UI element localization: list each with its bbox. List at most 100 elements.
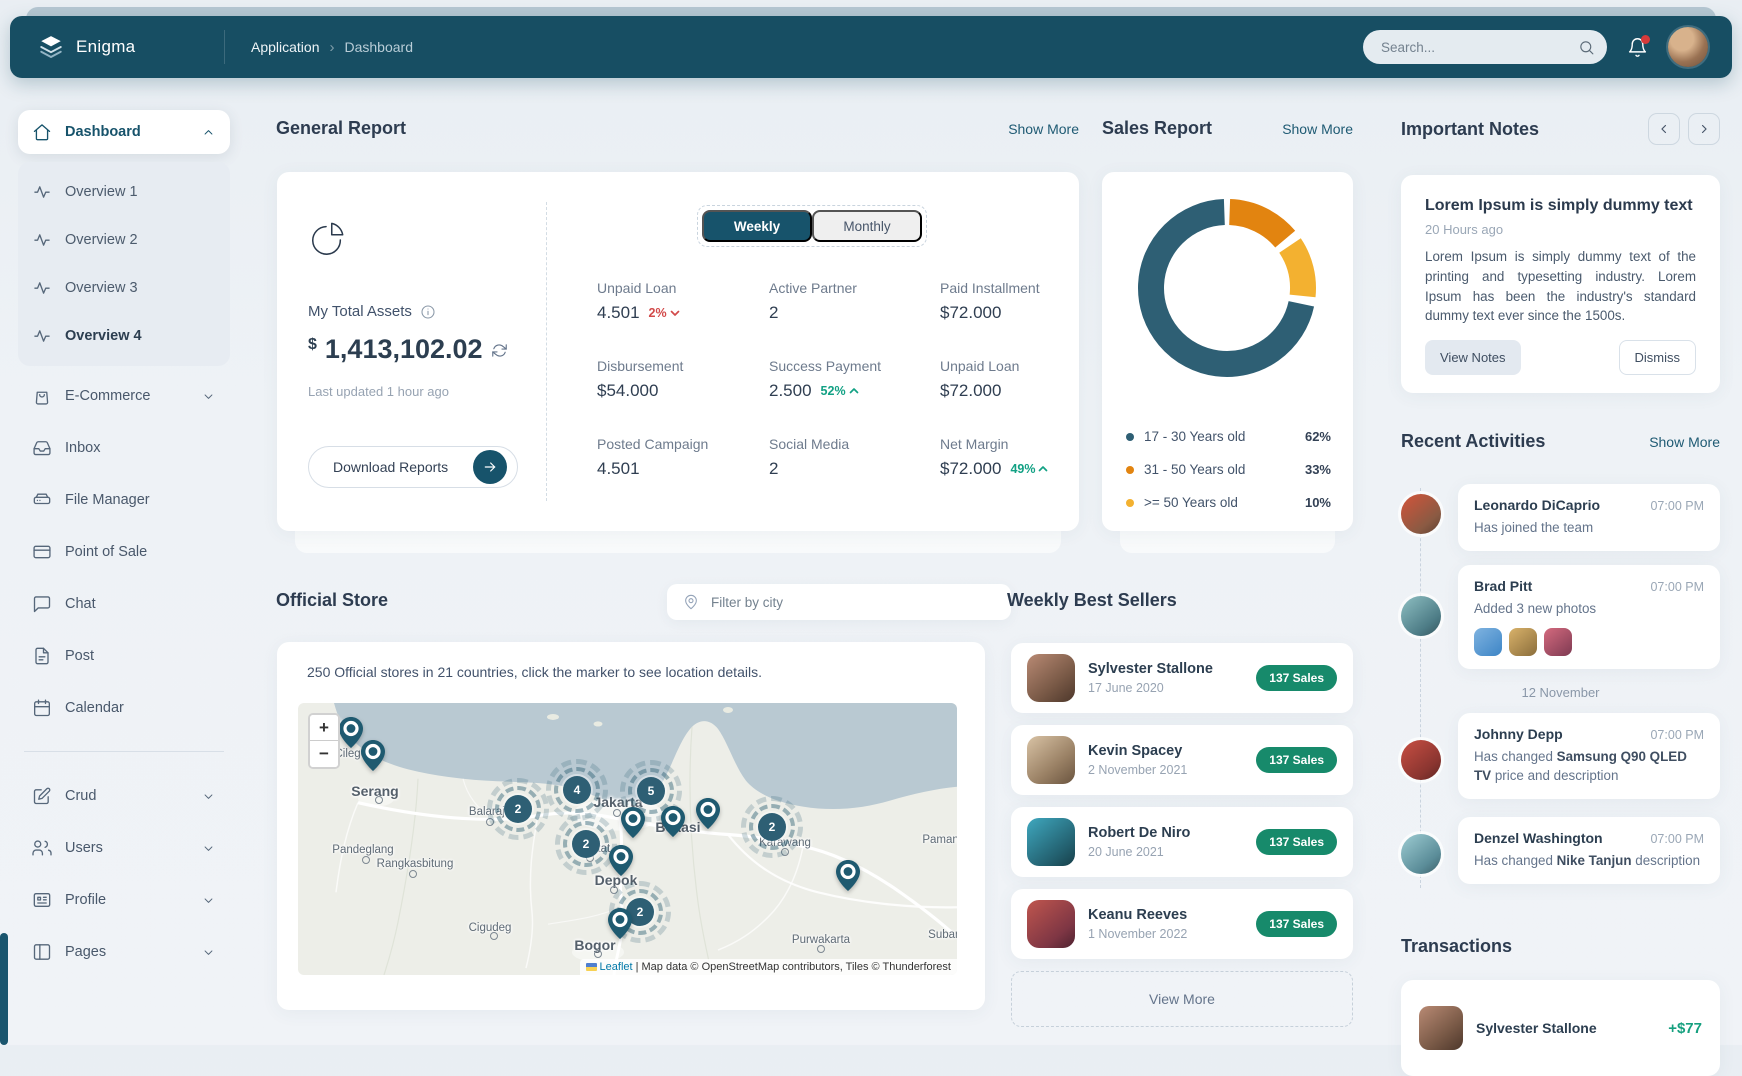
assets-value: 1,413,102.02 <box>325 334 483 365</box>
general-report-show-more[interactable]: Show More <box>1008 121 1079 137</box>
activity-name: Johnny Depp <box>1474 726 1563 742</box>
legend-label: >= 50 Years old <box>1144 495 1238 510</box>
store-map[interactable]: MerakCilegonSerangBalarajaPandeglangRang… <box>298 703 957 975</box>
legend-dot <box>1126 499 1134 507</box>
toggle-weekly[interactable]: Weekly <box>702 210 812 242</box>
activity-description: Has changed Samsung Q90 QLED TV price an… <box>1474 748 1704 786</box>
map-city-dot <box>409 870 417 878</box>
notification-badge <box>1641 35 1650 44</box>
sidebar-item-file-manager[interactable]: File Manager <box>18 478 230 522</box>
sidebar-item-users[interactable]: Users <box>18 826 230 870</box>
trend-up-badge: 52% <box>821 384 860 398</box>
flag-icon <box>586 963 597 971</box>
photo-thumbnail <box>1544 628 1572 656</box>
filter-box <box>667 584 1011 620</box>
sidebar-item-dashboard[interactable]: Dashboard <box>18 110 230 154</box>
notes-next-button[interactable] <box>1688 113 1720 145</box>
stat-cell: Active Partner2 <box>769 280 940 358</box>
map-cluster-marker[interactable]: 5 <box>637 777 665 805</box>
map-zoom-control: +− <box>308 713 340 769</box>
sidebar-subitem-overview-1[interactable]: Overview 1 <box>18 168 230 216</box>
activity-description: Has joined the team <box>1474 519 1704 538</box>
brand-name: Enigma <box>76 37 135 57</box>
sidebar-item-crud[interactable]: Crud <box>18 774 230 818</box>
download-reports-label: Download Reports <box>315 459 448 475</box>
stat-value: $72.000 <box>940 459 1001 479</box>
scrollbar-thumb[interactable] <box>0 933 8 1045</box>
activity-name: Brad Pitt <box>1474 578 1532 594</box>
activity-description: Added 3 new photos <box>1474 600 1704 619</box>
map-zoom-out-button[interactable]: − <box>310 741 338 767</box>
sidebar-item-label: Inbox <box>65 440 100 456</box>
id-card-icon <box>32 890 52 910</box>
attribution-text: | Map data © OpenStreetMap contributors,… <box>636 961 951 973</box>
search-box <box>1363 30 1607 64</box>
map-city-dot <box>594 950 602 958</box>
sidebar-subitem-overview-3[interactable]: Overview 3 <box>18 264 230 312</box>
sales-badge: 137 Sales <box>1256 911 1337 937</box>
sidebar-item-post[interactable]: Post <box>18 634 230 678</box>
sales-report-show-more[interactable]: Show More <box>1282 121 1353 137</box>
notifications-bell-icon[interactable] <box>1627 37 1648 58</box>
sidebar-item-profile[interactable]: Profile <box>18 878 230 922</box>
sidebar-item-inbox[interactable]: Inbox <box>18 426 230 470</box>
sidebar-subitem-overview-2[interactable]: Overview 2 <box>18 216 230 264</box>
breadcrumb-dashboard[interactable]: Dashboard <box>345 39 414 55</box>
sidebar-item-label: Pages <box>65 944 106 960</box>
map-zoom-in-button[interactable]: + <box>310 715 338 741</box>
sidebar-item-chat[interactable]: Chat <box>18 582 230 626</box>
sidebar-subitem-overview-4[interactable]: Overview 4 <box>18 312 230 360</box>
user-avatar[interactable] <box>1668 27 1708 67</box>
toggle-monthly[interactable]: Monthly <box>812 210 922 242</box>
view-notes-button[interactable]: View Notes <box>1425 340 1521 375</box>
info-icon[interactable] <box>420 304 436 320</box>
sales-badge: 137 Sales <box>1256 747 1337 773</box>
stat-value-row: $72.000 <box>940 381 1079 401</box>
note-body: Lorem Ipsum is simply dummy text of the … <box>1425 247 1696 326</box>
sidebar-subitem-label: Overview 2 <box>65 232 138 248</box>
leaflet-link[interactable]: Leaflet <box>600 961 633 973</box>
chevron-down-icon <box>201 841 216 856</box>
recent-activities-show-more[interactable]: Show More <box>1649 434 1720 450</box>
map-cluster-marker[interactable]: 2 <box>758 813 786 841</box>
notes-prev-button[interactable] <box>1648 113 1680 145</box>
map-pin-marker[interactable] <box>695 797 721 830</box>
sidebar-item-label: Crud <box>65 788 96 804</box>
stat-label: Unpaid Loan <box>597 280 769 296</box>
sidebar-item-label: Chat <box>65 596 96 612</box>
view-more-button[interactable]: View More <box>1011 971 1353 1027</box>
search-input[interactable] <box>1379 39 1578 56</box>
sidebar-item-label: E-Commerce <box>65 388 150 404</box>
stat-cell: Paid Installment$72.000 <box>940 280 1079 358</box>
map-pin-marker[interactable] <box>608 844 634 877</box>
activity-header: Johnny Depp07:00 PM <box>1474 726 1704 742</box>
sidebar-item-label: Dashboard <box>65 124 141 140</box>
download-reports-button[interactable]: Download Reports <box>308 446 518 488</box>
breadcrumb-application[interactable]: Application <box>251 39 320 55</box>
arrow-right-icon <box>473 450 507 484</box>
activity-header: Denzel Washington07:00 PM <box>1474 830 1704 846</box>
map-pin-marker[interactable] <box>607 907 633 940</box>
timeline-date-divider: 12 November <box>1401 685 1720 700</box>
dismiss-button[interactable]: Dismiss <box>1619 340 1697 375</box>
sidebar-item-pages[interactable]: Pages <box>18 930 230 974</box>
sidebar-item-point-of-sale[interactable]: Point of Sale <box>18 530 230 574</box>
transactions-title: Transactions <box>1401 936 1512 957</box>
map-cluster-marker[interactable]: 2 <box>572 830 600 858</box>
activity-icon <box>32 182 52 202</box>
map-pin-marker[interactable] <box>620 806 646 839</box>
map-cluster-marker[interactable]: 2 <box>504 795 532 823</box>
filter-by-city-input[interactable] <box>709 594 999 611</box>
brand-logo[interactable]: Enigma <box>10 34 224 60</box>
map-city-dot <box>375 796 383 804</box>
map-cluster-marker[interactable]: 4 <box>563 776 591 804</box>
map-pin-marker[interactable] <box>835 859 861 892</box>
sidebar-item-e-commerce[interactable]: E-Commerce <box>18 374 230 418</box>
refresh-icon[interactable] <box>491 342 508 359</box>
map-pin-marker[interactable] <box>660 805 686 838</box>
stat-cell: Net Margin$72.00049% <box>940 436 1079 514</box>
map-pin-marker[interactable] <box>360 739 386 772</box>
legend-value: 10% <box>1305 495 1331 510</box>
stats-grid: Unpaid Loan4.5012%Active Partner2Paid In… <box>597 280 1079 514</box>
sidebar-item-calendar[interactable]: Calendar <box>18 686 230 730</box>
